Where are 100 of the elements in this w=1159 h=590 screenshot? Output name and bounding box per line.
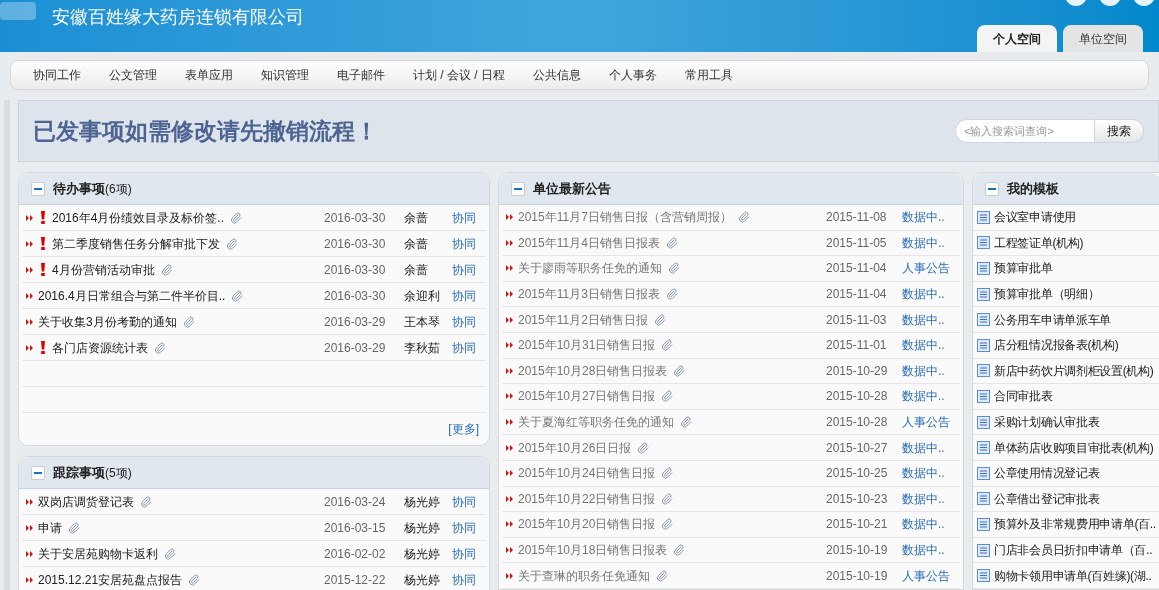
template-item[interactable]: 合同审批表 bbox=[994, 387, 1053, 406]
item-title[interactable]: 关于收集3月份考勤的通知 bbox=[38, 312, 177, 331]
category-link[interactable]: 协同 bbox=[452, 260, 476, 279]
announcement-title[interactable]: 2015年11月2日销售日报 bbox=[518, 310, 648, 329]
item-title[interactable]: 关于安居苑购物卡返利 bbox=[38, 544, 158, 563]
template-item[interactable]: 公务用车申请单派车单 bbox=[994, 310, 1111, 329]
paperclip-icon bbox=[160, 263, 173, 276]
category-link[interactable]: 协同 bbox=[452, 312, 476, 331]
item-title[interactable]: 申请 bbox=[38, 518, 62, 537]
space-tab[interactable]: 单位空间 bbox=[1063, 25, 1143, 52]
double-arrow-icon bbox=[506, 443, 514, 452]
template-item[interactable]: 会议室申请使用 bbox=[994, 208, 1076, 227]
nav-menu-item[interactable]: 常用工具 bbox=[685, 66, 733, 84]
announcement-title[interactable]: 2015年11月4日销售日报表 bbox=[518, 233, 660, 252]
announcement-date: 2015-11-01 bbox=[826, 337, 888, 355]
nav-menu-item[interactable]: 表单应用 bbox=[185, 66, 233, 84]
category-link[interactable]: 协同 bbox=[452, 492, 476, 511]
category-link[interactable]: 数据中.. bbox=[902, 361, 945, 380]
announcement-title[interactable]: 2015年10月22日销售日报 bbox=[518, 489, 656, 508]
nav-menu-item[interactable]: 知识管理 bbox=[261, 66, 309, 84]
category-link[interactable]: 协同 bbox=[452, 208, 476, 227]
item-title[interactable]: 2016.4月日常组合与第二件半价目.. bbox=[38, 286, 226, 305]
double-arrow-icon bbox=[506, 546, 514, 554]
paperclip-icon bbox=[665, 288, 678, 301]
nav-menu-item[interactable]: 公共信息 bbox=[533, 66, 581, 84]
collapse-icon[interactable] bbox=[31, 465, 45, 480]
item-title[interactable]: 4月份营销活动审批 bbox=[52, 260, 155, 279]
item-title[interactable]: 2015.12.21安居苑盘点报告 bbox=[38, 570, 183, 589]
category-link[interactable]: 数据中.. bbox=[902, 464, 945, 483]
template-item[interactable]: 门店非会员日折扣申请单（百.. bbox=[994, 541, 1153, 559]
category-link[interactable]: 协同 bbox=[452, 518, 476, 537]
template-item[interactable]: 店分租情况报备表(机构) bbox=[994, 336, 1119, 355]
template-item[interactable]: 新店中药饮片调剂柜设置(机构) bbox=[994, 361, 1154, 380]
category-link[interactable]: 数据中.. bbox=[902, 336, 945, 355]
item-title[interactable]: 第二季度销售任务分解审批下发 bbox=[52, 234, 220, 253]
template-item[interactable]: 采购计划确认审批表 bbox=[994, 413, 1100, 432]
item-sender: 王本琴 bbox=[404, 313, 441, 331]
template-item[interactable]: 公章借出登记审批表 bbox=[994, 489, 1100, 508]
category-link[interactable]: 人事公告 bbox=[902, 566, 950, 585]
item-title[interactable]: 2016年4月份绩效目录及标价签.. bbox=[52, 208, 225, 227]
template-item[interactable]: 单体药店收购项目审批表(机构) bbox=[994, 438, 1154, 457]
category-link[interactable]: 协同 bbox=[452, 570, 476, 589]
nav-menu-item[interactable]: 协同工作 bbox=[33, 66, 81, 84]
template-item[interactable]: 公章使用情况登记表 bbox=[994, 464, 1100, 483]
category-link[interactable]: 数据中.. bbox=[902, 310, 945, 329]
collapse-icon[interactable] bbox=[31, 181, 45, 196]
announcement-title[interactable]: 关于廖雨等职务任免的通知 bbox=[518, 259, 662, 278]
form-icon bbox=[977, 236, 990, 250]
space-tab[interactable]: 个人空间 bbox=[977, 25, 1057, 52]
category-link[interactable]: 数据中.. bbox=[902, 438, 945, 457]
form-icon bbox=[977, 517, 990, 531]
category-link[interactable]: 人事公告 bbox=[902, 413, 950, 432]
template-item[interactable]: 工程签证单(机构) bbox=[994, 233, 1084, 252]
collapse-icon[interactable] bbox=[511, 181, 525, 196]
category-link[interactable]: 数据中.. bbox=[902, 285, 945, 304]
announcement-title[interactable]: 2015年10月24日销售日报 bbox=[518, 464, 656, 483]
nav-menu-item[interactable]: 电子邮件 bbox=[337, 66, 385, 84]
more-link[interactable]: [更多] bbox=[448, 420, 479, 438]
category-link[interactable]: 数据中.. bbox=[902, 233, 945, 252]
item-date: 2016-03-24 bbox=[324, 493, 387, 511]
category-link[interactable]: 协同 bbox=[452, 234, 476, 253]
announcement-title[interactable]: 2015年11月3日销售日报表 bbox=[518, 285, 660, 304]
form-icon bbox=[977, 389, 990, 403]
search-field[interactable]: <输入搜索词查询> bbox=[955, 119, 1095, 143]
nav-menu-item[interactable]: 公文管理 bbox=[109, 66, 157, 84]
category-link[interactable]: 数据中.. bbox=[902, 208, 945, 227]
template-item[interactable]: 预算审批单 bbox=[994, 259, 1053, 278]
category-link[interactable]: 数据中.. bbox=[902, 515, 945, 534]
announcement-title[interactable]: 2015年10月26日日报 bbox=[518, 438, 632, 457]
category-link[interactable]: 数据中.. bbox=[902, 387, 945, 406]
announcement-title[interactable]: 关于查琳的职务任免通知 bbox=[518, 566, 650, 585]
announcement-title[interactable]: 2015年10月18日销售日报表 bbox=[518, 541, 668, 559]
announcement-date: 2015-10-27 bbox=[826, 439, 889, 457]
announcement-title[interactable]: 2015年10月31日销售日报 bbox=[518, 336, 656, 355]
template-item[interactable]: 预算审批单（明细） bbox=[994, 285, 1100, 304]
form-icon bbox=[977, 287, 990, 301]
template-item[interactable]: 购物卡领用申请单(百姓缘)(湖.. bbox=[994, 566, 1152, 585]
item-date: 2016-03-30 bbox=[324, 287, 387, 305]
search-button[interactable]: 搜索 bbox=[1095, 119, 1144, 143]
collapse-icon[interactable] bbox=[985, 181, 999, 196]
category-link[interactable]: 协同 bbox=[452, 286, 476, 305]
item-title[interactable]: 各门店资源统计表 bbox=[52, 338, 148, 357]
nav-menu-item[interactable]: 计划 / 会议 / 日程 bbox=[413, 66, 505, 84]
item-sender: 余蔷 bbox=[404, 235, 429, 253]
announcement-title[interactable]: 关于夏海红等职务任免的通知 bbox=[518, 413, 674, 432]
announcement-date: 2015-11-08 bbox=[826, 209, 888, 227]
category-link[interactable]: 协同 bbox=[452, 544, 476, 563]
item-title[interactable]: 双岗店调货登记表 bbox=[38, 492, 134, 511]
category-link[interactable]: 数据中.. bbox=[902, 489, 945, 508]
double-arrow-icon bbox=[26, 523, 34, 532]
announcement-title[interactable]: 2015年10月20日销售日报 bbox=[518, 515, 656, 534]
nav-menu-item[interactable]: 个人事务 bbox=[609, 66, 657, 84]
category-link[interactable]: 协同 bbox=[452, 338, 476, 357]
announcement-title[interactable]: 2015年10月27日销售日报 bbox=[518, 387, 656, 406]
announcement-title[interactable]: 2015年10月28日销售日报表 bbox=[518, 361, 668, 380]
paperclip-icon bbox=[231, 289, 244, 302]
announcement-title[interactable]: 2015年11月7日销售日报（含营销周报） bbox=[518, 208, 732, 227]
category-link[interactable]: 人事公告 bbox=[902, 259, 950, 278]
template-item[interactable]: 预算外及非常规费用申请单(百.. bbox=[994, 515, 1156, 534]
category-link[interactable]: 数据中.. bbox=[902, 541, 945, 559]
